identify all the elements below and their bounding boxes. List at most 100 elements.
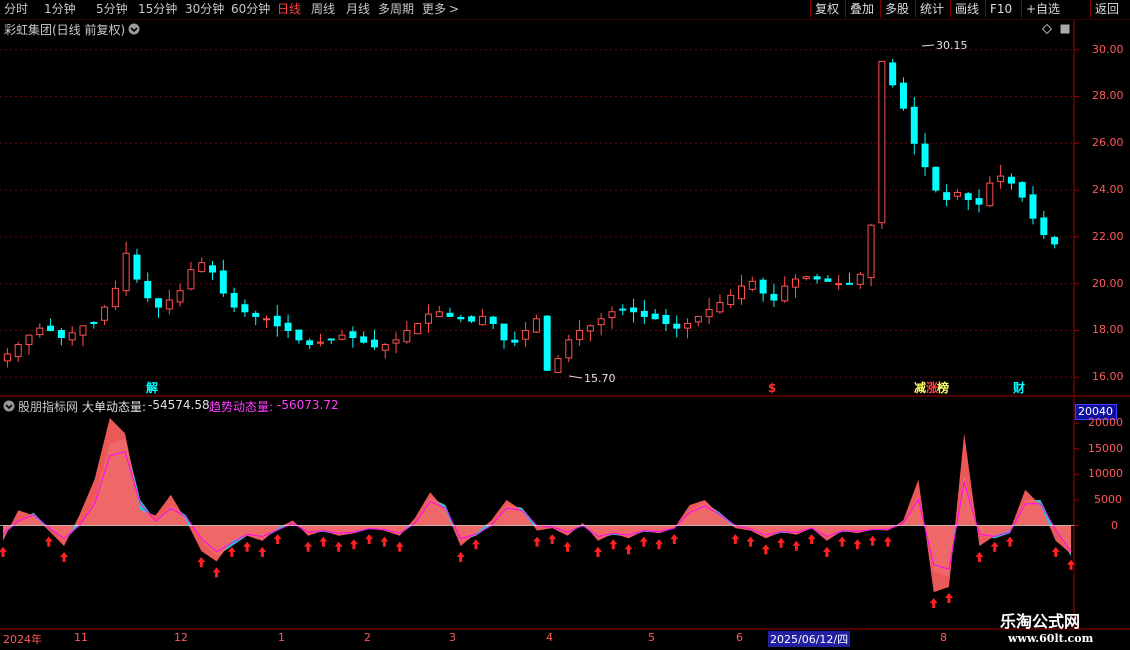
candle-body [511, 339, 519, 343]
buy-arrow-icon [792, 540, 801, 551]
buy-arrow-icon [258, 546, 267, 557]
buy-arrow-icon [624, 544, 633, 555]
buy-arrow-shape [380, 536, 389, 547]
candle-body [759, 279, 767, 294]
buy-arrow-shape [929, 598, 938, 609]
candle-body [997, 175, 1005, 183]
buy-arrow-shape [44, 536, 53, 547]
buy-arrow-icon [533, 536, 541, 547]
time-label: 1 [278, 631, 285, 644]
buy-arrow-shape [548, 534, 557, 545]
candle-body [252, 312, 260, 317]
time-label: 5 [648, 631, 655, 644]
candle-body [694, 315, 702, 323]
buy-arrow-shape [0, 546, 7, 557]
buy-arrow-icon [60, 552, 69, 563]
buy-arrow-icon [319, 536, 328, 547]
buy-arrow-icon [471, 539, 480, 550]
candle-body [370, 339, 378, 348]
indicator-tick: 20000 [1088, 416, 1123, 430]
watermark-url: www.60lt.com [1008, 632, 1094, 645]
buy-arrow-shape [761, 544, 770, 555]
buy-arrow-shape [975, 552, 984, 563]
candle-body [889, 62, 897, 86]
candle-body [856, 273, 864, 285]
indicator-tick: 5000 [1094, 492, 1122, 506]
candle-body [522, 329, 530, 340]
indicator-name[interactable]: 股朋指标网 [18, 398, 78, 415]
buy-arrow-icon [670, 534, 679, 545]
candle-body [414, 322, 422, 335]
buy-arrow-shape [471, 539, 480, 550]
candle-body [68, 332, 76, 341]
kline-chart[interactable] [0, 0, 1130, 650]
indicator-tick: 15000 [1088, 441, 1123, 455]
price-tick: 16.00 [1092, 370, 1124, 384]
candle-body [468, 316, 476, 322]
buy-arrow-icon [975, 552, 984, 563]
high-price-label: 30.15 [936, 39, 968, 52]
buy-arrow-shape [197, 557, 206, 568]
candle-body [209, 265, 217, 273]
candle-body [489, 316, 497, 324]
buy-arrow-shape [563, 541, 572, 552]
time-label: 2 [364, 631, 371, 644]
event-marker-rank[interactable]: 榜 [937, 381, 949, 395]
candle-body [684, 322, 692, 329]
candle-body [1040, 217, 1048, 236]
buy-arrow-icon [746, 536, 755, 547]
buy-arrow-shape [243, 541, 252, 552]
time-label: 3 [449, 631, 456, 644]
buy-arrow-shape [395, 541, 404, 552]
buy-arrow-shape [349, 539, 358, 550]
candle-body [306, 340, 314, 346]
candle-body [813, 276, 821, 280]
buy-arrow-icon [761, 544, 770, 555]
event-marker-unlock[interactable]: 解 [146, 381, 158, 395]
trend-value: -56073.72 [277, 398, 339, 412]
price-tick: 22.00 [1092, 229, 1124, 243]
candle-body [478, 315, 486, 326]
big-order-volume-area [3, 418, 1071, 593]
candle-body [565, 339, 573, 359]
buy-arrow-icon [365, 534, 374, 545]
candle-body [716, 301, 724, 313]
buy-arrow-icon [868, 535, 877, 546]
candle-body [792, 278, 799, 288]
buy-arrow-icon [655, 539, 664, 550]
time-label: 11 [74, 631, 88, 644]
candle-body [899, 82, 907, 109]
candle-body [1018, 182, 1026, 198]
event-marker-finance[interactable]: 财 [1013, 381, 1025, 395]
buy-arrow-shape [273, 534, 282, 545]
event-marker-reduce[interactable]: 减 [914, 381, 926, 395]
candle-body [824, 278, 832, 282]
candle-body [953, 191, 961, 197]
candle-body [964, 193, 972, 200]
buy-arrow-shape [990, 541, 999, 552]
event-marker-dollar[interactable]: $ [768, 381, 776, 395]
time-label: 8 [940, 631, 947, 644]
candle-body [1051, 236, 1059, 245]
buy-arrow-shape [944, 593, 953, 604]
price-tick: 24.00 [1092, 183, 1124, 197]
candle-body [241, 304, 249, 313]
candle-body [770, 293, 778, 301]
buy-arrow-icon [380, 536, 389, 547]
buy-arrow-icon [456, 552, 465, 563]
buy-arrow-icon [944, 593, 953, 604]
candle-body [802, 276, 810, 280]
candle-body [101, 306, 109, 321]
candle-body [597, 318, 605, 326]
indicator-dropdown-icon[interactable] [3, 400, 15, 412]
buy-arrow-icon [822, 546, 831, 557]
candle-body [738, 285, 746, 300]
candle-body [705, 308, 713, 318]
candle-body [295, 329, 303, 341]
big-order-value: -54574.58 [148, 398, 210, 412]
buy-arrow-icon [563, 541, 572, 552]
buy-arrow-icon [197, 557, 206, 568]
buy-arrow-icon [304, 541, 313, 552]
buy-arrow-icon [243, 541, 252, 552]
buy-arrow-shape [868, 535, 877, 546]
